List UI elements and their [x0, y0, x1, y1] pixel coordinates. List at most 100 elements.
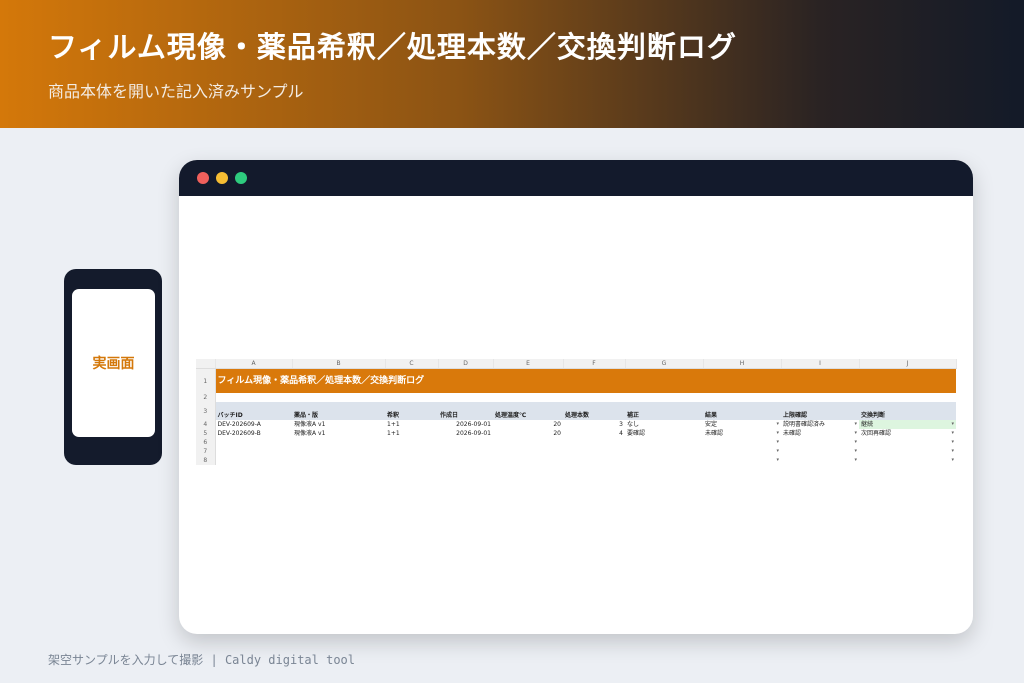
table-row: 4 DEV-202609-A 現像液A v1 1+1 2026-09-01 20… — [196, 420, 956, 429]
col-letter-c[interactable]: C — [385, 359, 439, 369]
cell-batch-id[interactable]: DEV-202609-A — [215, 420, 292, 429]
header-roll-count[interactable]: 処理本数 — [563, 402, 625, 420]
cell-value: 未確認 — [705, 430, 724, 437]
page-subtitle: 商品本体を開いた記入済みサンプル — [48, 82, 304, 101]
close-window-dot[interactable] — [197, 172, 209, 184]
cell-limit-check[interactable]: ▾ — [703, 447, 781, 456]
cell-value: 説明書確認済み — [783, 421, 826, 428]
cell-replace-decision[interactable]: 次回再確認 ▾ — [859, 429, 956, 438]
cell-value: 継続 — [861, 421, 874, 428]
cell-temperature[interactable]: 20 — [493, 429, 563, 438]
col-letter-b[interactable]: B — [292, 359, 386, 369]
cell-replace-decision[interactable]: ▾ — [781, 456, 859, 465]
chevron-down-icon[interactable]: ▾ — [776, 429, 779, 438]
cell-extra[interactable]: ▾ — [859, 438, 956, 447]
browser-titlebar — [179, 160, 973, 196]
sheet-title[interactable]: フィルム現像・薬品希釈／処理本数／交換判断ログ — [215, 368, 956, 393]
row-number[interactable]: 4 — [196, 420, 216, 429]
row-number[interactable]: 3 — [196, 402, 216, 420]
row-number[interactable]: 5 — [196, 429, 216, 438]
col-letter-h[interactable]: H — [703, 359, 782, 369]
header-batch-id[interactable]: バッチID — [215, 402, 292, 420]
header-temperature[interactable]: 処理温度℃ — [493, 402, 563, 420]
cell-correction[interactable]: 要確認 — [625, 429, 703, 438]
row-number[interactable]: 1 — [196, 368, 216, 393]
chevron-down-icon[interactable]: ▾ — [776, 420, 779, 429]
cell-chemical[interactable]: 現像液A v1 — [292, 420, 385, 429]
cell-value: 安定 — [705, 421, 718, 428]
chevron-down-icon[interactable]: ▾ — [854, 429, 857, 438]
cell-result[interactable]: 安定 ▾ — [703, 420, 781, 429]
cell-temperature[interactable]: 20 — [493, 420, 563, 429]
corner-cell — [196, 359, 216, 369]
cell-created-date[interactable]: 2026-09-01 — [438, 429, 493, 438]
table-row: 5 DEV-202609-B 現像液A v1 1+1 2026-09-01 20… — [196, 429, 956, 438]
col-letter-a[interactable]: A — [215, 359, 293, 369]
header-dilution[interactable]: 希釈 — [385, 402, 438, 420]
col-letter-i[interactable]: I — [781, 359, 860, 369]
chevron-down-icon[interactable]: ▾ — [854, 447, 857, 456]
row-number[interactable]: 6 — [196, 438, 216, 447]
cell-replace-decision[interactable]: 継続 ▾ — [859, 420, 956, 429]
header-chemical[interactable]: 薬品・版 — [292, 402, 385, 420]
cell-result[interactable]: 未確認 ▾ — [703, 429, 781, 438]
header-correction[interactable]: 補正 — [625, 402, 703, 420]
col-letter-e[interactable]: E — [493, 359, 564, 369]
cell-limit-check[interactable]: 説明書確認済み ▾ — [781, 420, 859, 429]
col-letter-g[interactable]: G — [625, 359, 704, 369]
row-number[interactable]: 2 — [196, 393, 216, 402]
page-title: フィルム現像・薬品希釈／処理本数／交換判断ログ — [48, 30, 737, 64]
chevron-down-icon[interactable]: ▾ — [854, 456, 857, 465]
col-letter-j[interactable]: J — [859, 359, 957, 369]
cell-dilution[interactable]: 1+1 — [385, 420, 438, 429]
phone-label: 実画面 — [92, 356, 135, 372]
chevron-down-icon[interactable]: ▾ — [776, 456, 779, 465]
header-result[interactable]: 結果 — [703, 402, 781, 420]
chevron-down-icon[interactable]: ▾ — [951, 438, 954, 447]
chevron-down-icon[interactable]: ▾ — [776, 438, 779, 447]
chevron-down-icon[interactable]: ▾ — [951, 429, 954, 438]
cell-replace-decision[interactable]: ▾ — [781, 438, 859, 447]
cell-value: 次回再確認 — [861, 430, 892, 437]
chevron-down-icon[interactable]: ▾ — [854, 420, 857, 429]
spreadsheet: A B C D E F G H I J 1 フィルム現像・薬品希釈／処理本数／交… — [196, 359, 957, 465]
chevron-down-icon[interactable]: ▾ — [951, 420, 954, 429]
col-letter-d[interactable]: D — [438, 359, 494, 369]
blank-cell[interactable] — [215, 393, 956, 402]
minimize-window-dot[interactable] — [216, 172, 228, 184]
row-number[interactable]: 8 — [196, 456, 216, 465]
chevron-down-icon[interactable]: ▾ — [776, 447, 779, 456]
cell-dilution[interactable]: 1+1 — [385, 429, 438, 438]
cell-roll-count[interactable]: 4 — [563, 429, 625, 438]
cell-limit-check[interactable]: 未確認 ▾ — [781, 429, 859, 438]
col-letter-f[interactable]: F — [563, 359, 626, 369]
header-limit-check[interactable]: 上限確認 — [781, 402, 859, 420]
chevron-down-icon[interactable]: ▾ — [951, 456, 954, 465]
header-replace-decision[interactable]: 交換判断 — [859, 402, 956, 420]
chevron-down-icon[interactable]: ▾ — [951, 447, 954, 456]
cell-roll-count[interactable]: 3 — [563, 420, 625, 429]
empty-row: 8 ▾ ▾ ▾ — [196, 456, 956, 465]
cell-limit-check[interactable]: ▾ — [703, 438, 781, 447]
blank-row: 2 — [196, 393, 956, 402]
header-created-date[interactable]: 作成日 — [438, 402, 493, 420]
cell-created-date[interactable]: 2026-09-01 — [438, 420, 493, 429]
cell-extra[interactable]: ▾ — [859, 447, 956, 456]
empty-cells[interactable] — [215, 447, 703, 456]
cell-replace-decision[interactable]: ▾ — [781, 447, 859, 456]
row-number[interactable]: 7 — [196, 447, 216, 456]
cell-limit-check[interactable]: ▾ — [703, 456, 781, 465]
cell-chemical[interactable]: 現像液A v1 — [292, 429, 385, 438]
chevron-down-icon[interactable]: ▾ — [854, 438, 857, 447]
cell-value: 未確認 — [783, 430, 802, 437]
footer-caption: 架空サンプルを入力して撮影 | Caldy digital tool — [48, 653, 355, 667]
empty-cells[interactable] — [215, 456, 703, 465]
cell-extra[interactable]: ▾ — [859, 456, 956, 465]
cell-correction[interactable]: なし — [625, 420, 703, 429]
empty-cells[interactable] — [215, 438, 703, 447]
table-header-row: 3 バッチID 薬品・版 希釈 作成日 処理温度℃ 処理本数 補正 結果 上限確… — [196, 402, 956, 420]
column-header-row: A B C D E F G H I J — [196, 359, 957, 369]
maximize-window-dot[interactable] — [235, 172, 247, 184]
cell-batch-id[interactable]: DEV-202609-B — [215, 429, 292, 438]
phone-screen: 実画面 — [72, 289, 155, 437]
